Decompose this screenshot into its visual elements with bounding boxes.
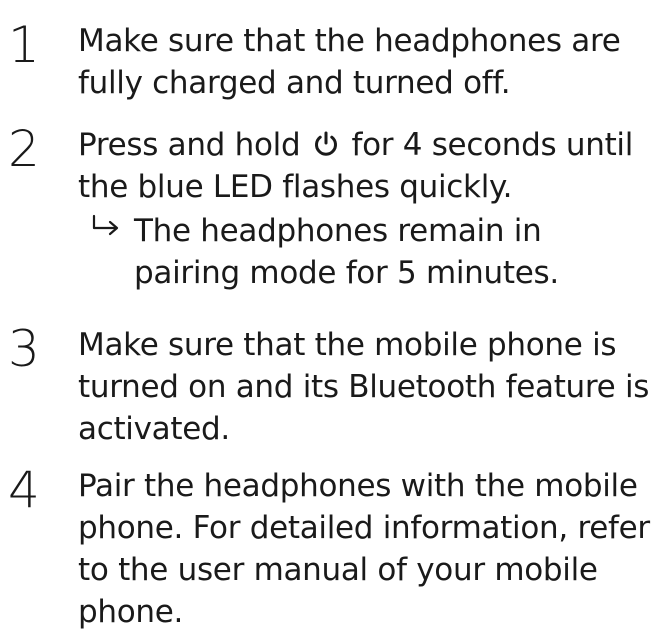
step-number: 4: [8, 461, 40, 519]
step-text: Pair the headphones with the mobile phon…: [78, 468, 650, 630]
step-number: 1: [8, 16, 40, 74]
step-text: Make sure that the headphones are fully …: [78, 23, 621, 101]
power-icon: [314, 131, 337, 156]
step-number: 2: [8, 120, 40, 178]
step-text-before: Press and hold: [78, 127, 301, 163]
result-text: The headphones remain in pairing mode fo…: [134, 213, 559, 291]
step-text: Press and hold for 4 seconds until the b…: [78, 124, 663, 208]
result-arrow-icon: [92, 214, 119, 236]
step-number: 3: [8, 320, 40, 378]
step-text: Make sure that the mobile phone is turne…: [78, 327, 650, 447]
